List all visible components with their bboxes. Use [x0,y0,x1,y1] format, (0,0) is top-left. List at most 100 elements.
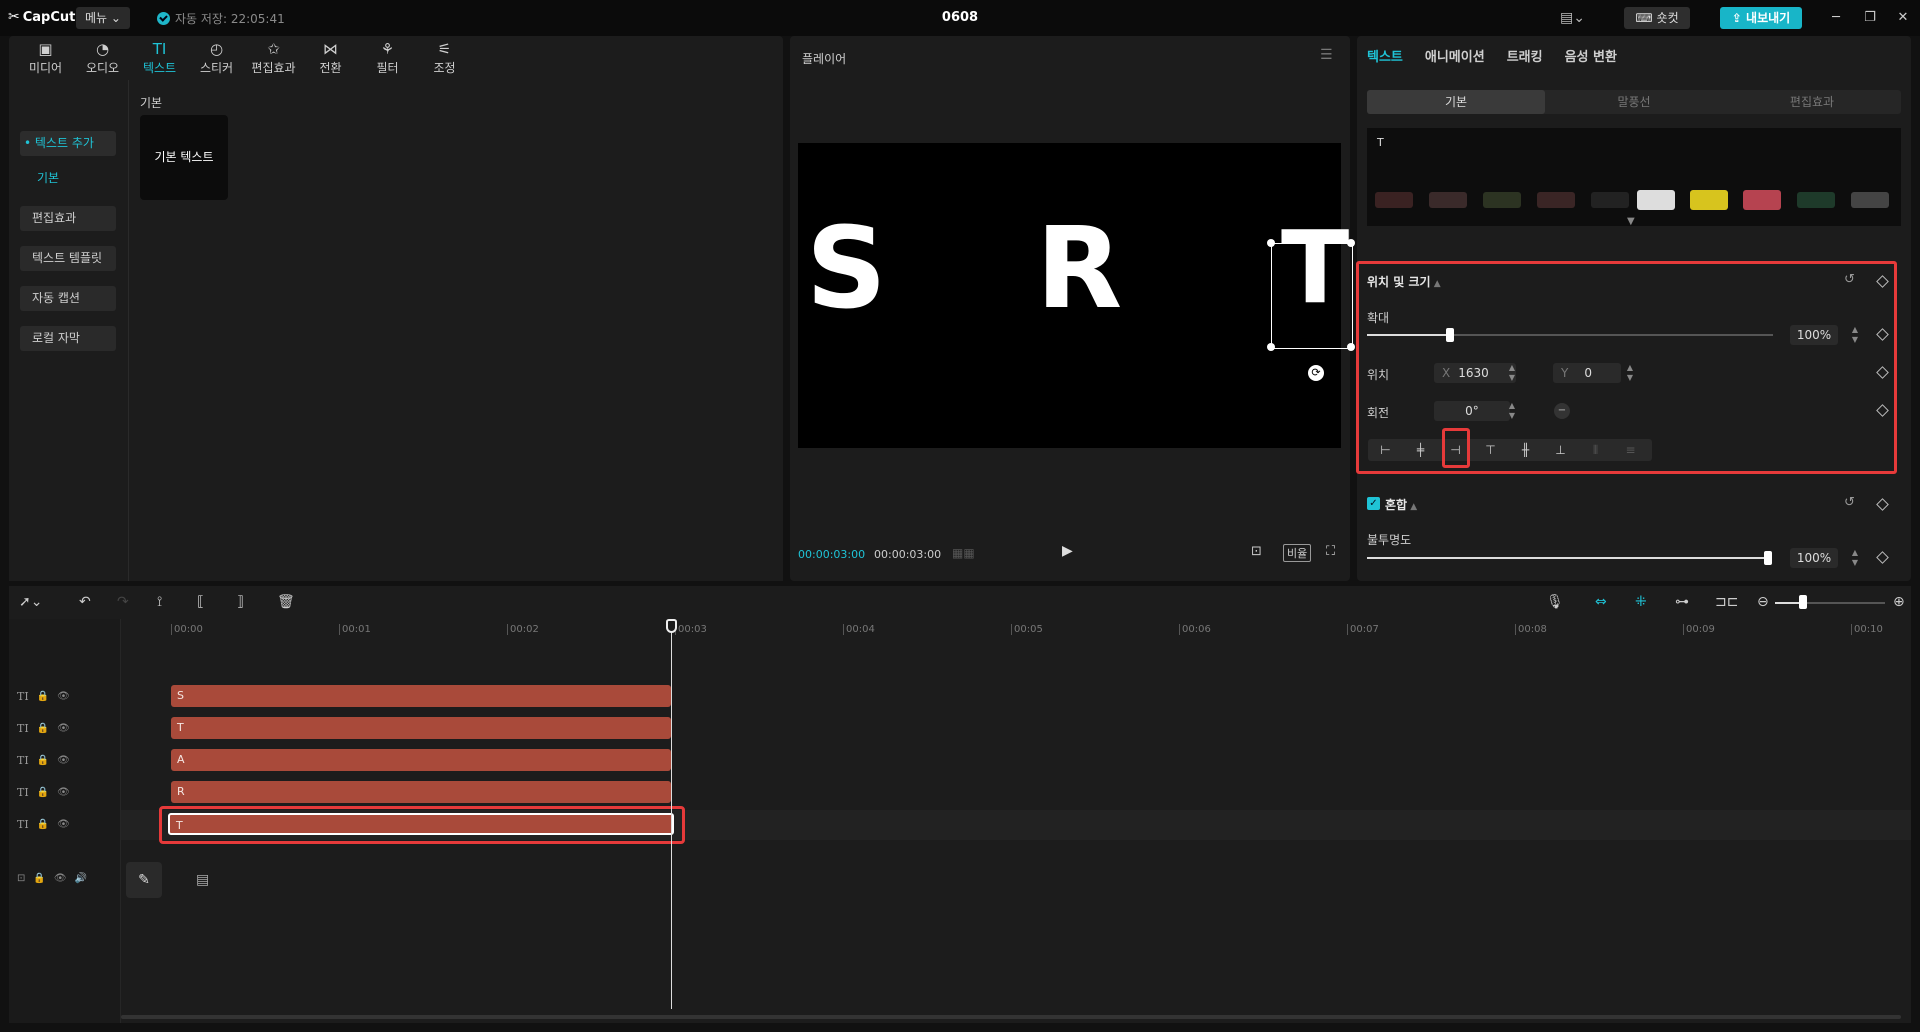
split-left-icon[interactable]: ⟦ [197,594,204,610]
segment-effects[interactable]: 편집효과 [1723,90,1901,114]
zoom-out-icon[interactable]: ⊖ [1757,594,1769,610]
scale-input[interactable]: 100% [1790,325,1838,345]
play-icon[interactable]: ▶ [1062,543,1073,559]
preset-swatch[interactable] [1690,190,1728,210]
distribute-v-icon[interactable]: ≡ [1613,439,1648,461]
preview-axis-icon[interactable]: ⊐⊏ [1715,594,1738,610]
tool-audio[interactable]: ◔ 오디오 [74,36,131,80]
rotation-stepper-icon[interactable]: ▲ ▼ [1506,401,1518,421]
lock-icon[interactable]: 🔒 [37,691,49,702]
resize-handle[interactable] [1347,343,1355,351]
magnet-icon[interactable]: ⇔ [1595,594,1607,610]
scale-stepper-icon[interactable]: ▲ ▼ [1849,325,1861,345]
selection-box[interactable] [1267,239,1355,351]
tool-transition[interactable]: ⋈ 전환 [302,36,359,80]
position-x-input[interactable]: X 1630 [1434,363,1516,383]
opacity-slider-fill[interactable] [1367,557,1767,559]
playhead-line[interactable] [671,619,672,1009]
preset-swatch[interactable] [1375,192,1413,208]
tool-filter[interactable]: ⚘ 필터 [359,36,416,80]
zoom-slider-knob[interactable] [1799,595,1807,609]
playhead-handle[interactable] [666,619,677,633]
layout-icon[interactable]: ▤⌄ [1560,10,1590,26]
tab-animation[interactable]: 애니메이션 [1425,46,1485,65]
align-top-icon[interactable]: ⊤ [1473,439,1508,461]
shortcut-button[interactable]: ⌨ 숏컷 [1624,7,1690,29]
menu-button[interactable]: 메뉴 ⌄ [76,7,130,29]
sidebar-item-add-text[interactable]: • 텍스트 추가 [20,131,116,156]
microphone-icon[interactable]: 🎙 [1546,594,1564,610]
tool-text[interactable]: TI 텍스트 [131,36,188,80]
delete-icon[interactable]: 🗑 [277,594,295,610]
opacity-input[interactable]: 100% [1790,548,1838,568]
preset-swatch[interactable] [1591,192,1629,208]
segment-basic[interactable]: 기본 [1367,90,1545,114]
split-icon[interactable]: ⟟ [157,594,162,610]
select-cursor-icon[interactable]: ➚⌄ [19,594,42,610]
cover-edit-button[interactable]: ✎ [126,862,162,898]
blend-checkbox[interactable]: ✓ [1367,497,1380,510]
lock-icon[interactable]: 🔒 [33,873,45,884]
zoom-in-icon[interactable]: ⊕ [1893,594,1905,610]
timeline-scrollbar[interactable] [121,1015,1901,1019]
rotate-icon[interactable]: ⟳ [1308,365,1324,381]
restore-button[interactable]: ❐ [1860,8,1880,28]
lock-icon[interactable]: 🔒 [37,755,49,766]
sidebar-item-basic[interactable]: 기본 [37,169,59,186]
lock-icon[interactable]: 🔒 [37,723,49,734]
align-middle-v-icon[interactable]: ╫ [1508,439,1543,461]
preview-canvas[interactable]: S R T ⟳ [798,143,1355,448]
split-right-icon[interactable]: ⟧ [237,594,244,610]
basic-text-card[interactable]: 기본 텍스트 [140,115,228,200]
tab-voice[interactable]: 음성 변환 [1565,46,1617,65]
timecode-grid-icon[interactable]: ▦▦ [952,546,975,560]
text-clip[interactable]: A [171,749,671,771]
eye-icon[interactable]: 👁 [54,873,67,884]
lock-icon[interactable]: 🔒 [37,787,49,798]
scale-slider-knob[interactable] [1446,328,1454,342]
opacity-stepper-icon[interactable]: ▲ ▼ [1849,548,1861,568]
hamburger-menu-icon[interactable]: ☰ [1320,47,1333,63]
cover-icon[interactable]: ⊡ [17,873,25,884]
preset-swatch[interactable] [1429,192,1467,208]
sidebar-item-effects[interactable]: 편집효과 [20,206,116,231]
align-bottom-icon[interactable]: ⊥ [1543,439,1578,461]
preset-swatch[interactable] [1851,192,1889,208]
position-size-title[interactable]: 위치 및 크기 ▲ [1367,273,1441,290]
preset-swatch[interactable] [1743,190,1781,210]
rotation-dial-icon[interactable]: − [1554,403,1570,419]
sidebar-item-auto-caption[interactable]: 자동 캡션 [20,286,116,311]
reset-icon[interactable]: ↺ [1844,495,1855,510]
close-button[interactable]: ✕ [1893,8,1913,28]
opacity-slider-knob[interactable] [1764,551,1772,565]
link-icon[interactable]: ⊶ [1675,594,1689,610]
eye-icon[interactable]: 👁 [57,723,70,734]
tool-adjust[interactable]: ⚟ 조정 [416,36,473,80]
text-clip[interactable]: R [171,781,671,803]
undo-icon[interactable]: ↶ [79,594,91,610]
preset-swatch[interactable] [1537,192,1575,208]
x-stepper-icon[interactable]: ▲ ▼ [1506,363,1518,383]
eye-icon[interactable]: 👁 [57,691,70,702]
tool-media[interactable]: ▣ 미디어 [17,36,74,80]
align-center-h-icon[interactable]: ╪ [1403,439,1438,461]
export-button[interactable]: ⇪ 내보내기 [1720,7,1802,29]
eye-icon[interactable]: 👁 [57,755,70,766]
lock-icon[interactable]: 🔒 [37,819,49,830]
resize-handle[interactable] [1347,239,1355,247]
distribute-h-icon[interactable]: ⫴ [1578,439,1613,461]
tab-text[interactable]: 텍스트 [1367,46,1403,65]
minimize-button[interactable]: ─ [1826,8,1846,28]
segment-bubble[interactable]: 말풍선 [1545,90,1723,114]
speaker-icon[interactable]: 🔊 [75,873,87,884]
text-clip[interactable]: S [171,685,671,707]
reset-icon[interactable]: ↺ [1844,272,1855,287]
fit-screen-icon[interactable]: ⊡ [1251,544,1262,559]
resize-handle[interactable] [1267,239,1275,247]
tool-sticker[interactable]: ◴ 스티커 [188,36,245,80]
expand-chevron-icon[interactable]: ▼ [1627,216,1635,227]
blend-title[interactable]: 혼합 ▲ [1385,496,1417,513]
sidebar-item-local-caption[interactable]: 로컬 자막 [20,326,116,351]
sidebar-item-templates[interactable]: 텍스트 템플릿 [20,246,116,271]
film-icon[interactable]: ▤ [196,872,209,888]
